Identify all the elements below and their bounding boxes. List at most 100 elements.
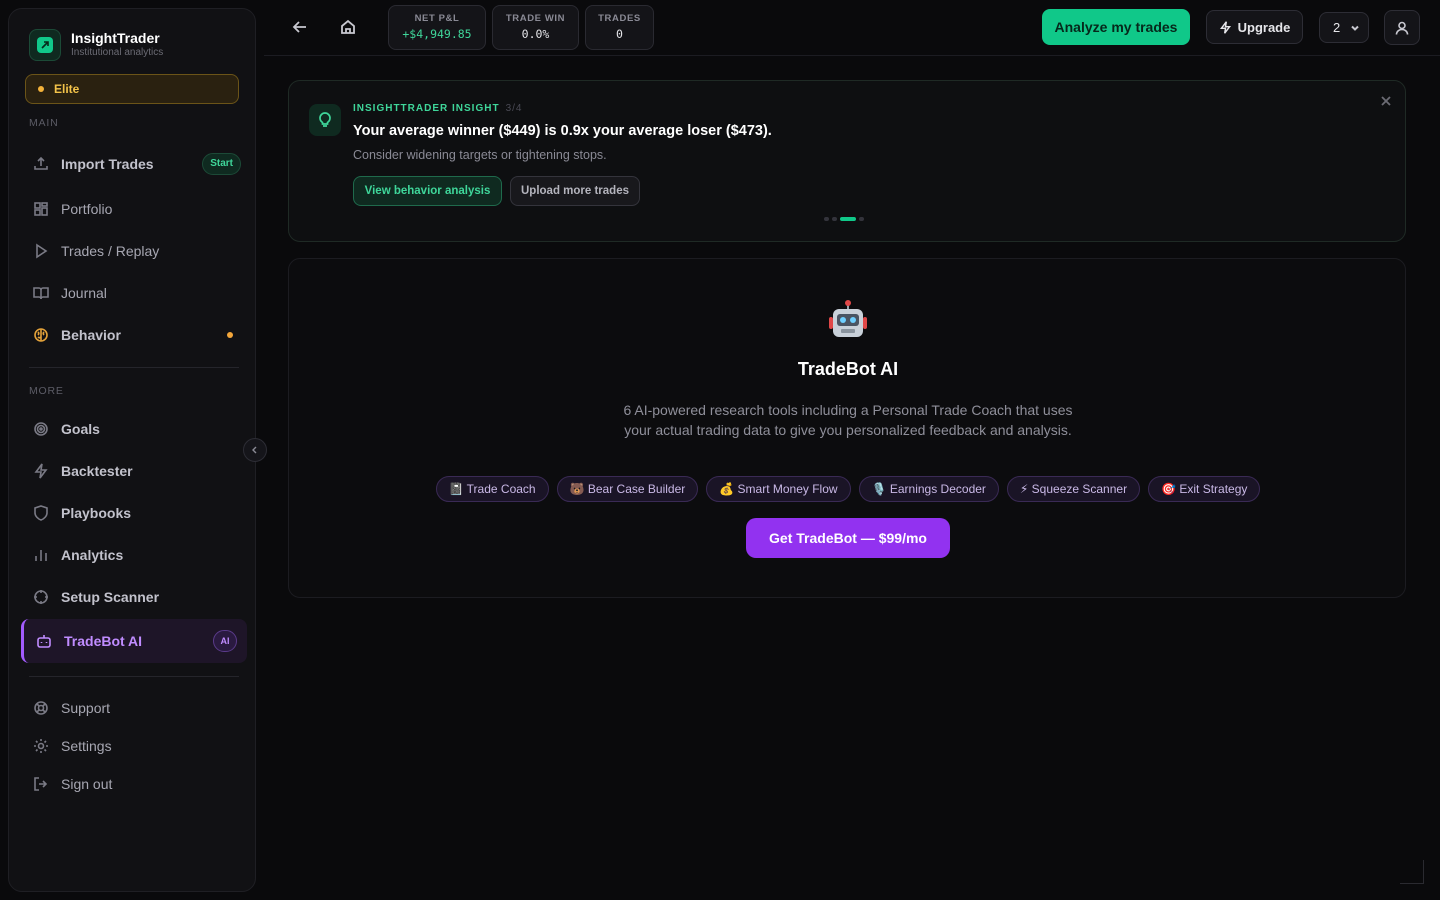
target-icon [33, 421, 49, 437]
sidebar-item-label: Trades / Replay [61, 243, 160, 259]
collapse-sidebar-button[interactable] [243, 438, 267, 462]
brand[interactable]: InsightTrader Institutional analytics [29, 29, 163, 61]
pager-dot[interactable] [840, 217, 856, 221]
home-icon [341, 19, 355, 34]
insight-subtitle: Consider widening targets or tightening … [353, 148, 607, 162]
sidebar-item-label: TradeBot AI [64, 633, 143, 649]
plan-badge-label: Elite [54, 82, 80, 96]
close-icon [1381, 96, 1391, 106]
start-badge: Start [202, 153, 241, 175]
tool-chip-trade-coach: 📓 Trade Coach [435, 476, 549, 502]
insight-kicker: INSIGHTTRADER INSIGHT 3/4 [353, 103, 522, 114]
sidebar: InsightTrader Institutional analytics El… [8, 8, 256, 892]
play-icon [33, 243, 49, 259]
sidebar-item-label: Setup Scanner [61, 589, 160, 605]
brand-logo-icon [29, 29, 61, 61]
sidebar-item-label: Playbooks [61, 505, 132, 521]
notification-dot [227, 332, 233, 338]
insight-title: Your average winner ($449) is 0.9x your … [353, 123, 772, 139]
sidebar-item-playbooks[interactable]: Playbooks [21, 494, 247, 532]
sidebar-item-trades-replay[interactable]: Trades / Replay [21, 232, 247, 270]
section-label-main: MAIN [29, 117, 59, 129]
stat-trades: TRADES 0 [585, 5, 654, 50]
ai-badge: AI [213, 630, 237, 652]
account-select[interactable]: 2 [1319, 12, 1369, 43]
user-menu-button[interactable] [1384, 10, 1420, 45]
sidebar-item-analytics[interactable]: Analytics [21, 536, 247, 574]
plan-dot-icon [38, 86, 44, 92]
brand-tagline: Institutional analytics [71, 47, 164, 58]
bar-chart-icon [33, 547, 49, 563]
gear-icon [33, 738, 49, 754]
back-button[interactable] [286, 13, 314, 41]
sidebar-item-setup-scanner[interactable]: Setup Scanner [21, 578, 247, 616]
sidebar-item-behavior[interactable]: Behavior [21, 316, 247, 354]
sidebar-item-label: Behavior [61, 327, 121, 343]
pager-dot[interactable] [859, 217, 864, 221]
brain-icon [33, 327, 49, 343]
home-button[interactable] [334, 13, 362, 41]
grid-icon [33, 201, 49, 217]
section-label-more: MORE [29, 385, 64, 397]
close-insight-button[interactable] [1378, 93, 1394, 109]
logout-icon [33, 776, 49, 792]
tool-chip-squeeze-scanner: ⚡ Squeeze Scanner [1006, 476, 1141, 502]
sidebar-item-label: Settings [61, 738, 112, 754]
lightning-icon [1219, 20, 1231, 34]
book-open-icon [33, 285, 49, 301]
upload-more-trades-button[interactable]: Upload more trades [510, 176, 640, 206]
insight-pager [824, 217, 867, 221]
sidebar-item-label: Analytics [61, 547, 124, 563]
plan-badge[interactable]: Elite [25, 74, 239, 104]
tool-chip-earnings-decoder: 🎙️ Earnings Decoder [858, 476, 999, 502]
sidebar-item-journal[interactable]: Journal [21, 274, 247, 312]
tradebot-description: 6 AI-powered research tools including a … [623, 402, 1073, 438]
upgrade-button[interactable]: Upgrade [1206, 10, 1303, 44]
sidebar-item-tradebot-ai[interactable]: TradeBot AI AI [21, 619, 247, 663]
corner-bracket [1400, 860, 1424, 884]
sidebar-item-goals[interactable]: Goals [21, 410, 247, 448]
tradebot-title: TradeBot AI [797, 359, 899, 379]
sidebar-item-label: Goals [61, 421, 100, 437]
sidebar-item-label: Journal [61, 285, 107, 301]
shield-icon [33, 505, 49, 521]
stat-value: 0 [616, 27, 623, 41]
robot-icon [36, 633, 52, 649]
sidebar-item-backtester[interactable]: Backtester [21, 452, 247, 490]
pager-dot[interactable] [824, 217, 829, 221]
robot-icon [829, 300, 867, 337]
stat-label: TRADE WIN [505, 13, 566, 24]
lifebuoy-icon [33, 700, 49, 716]
sidebar-item-settings[interactable]: Settings [21, 727, 247, 765]
scan-icon [33, 589, 49, 605]
stat-net-pnl: NET P&L +$4,949.85 [388, 5, 486, 50]
sidebar-item-label: Backtester [61, 463, 133, 479]
sidebar-item-support[interactable]: Support [21, 689, 247, 727]
user-icon [1395, 21, 1409, 35]
chevron-left-icon [252, 446, 257, 454]
tool-chip-bear-case-builder: 🐻 Bear Case Builder [556, 476, 699, 502]
insight-card: INSIGHTTRADER INSIGHT 3/4 Your average wi… [288, 80, 1406, 242]
sidebar-item-sign-out[interactable]: Sign out [21, 765, 247, 803]
lightning-icon [33, 463, 49, 479]
stat-label: NET P&L [414, 13, 460, 24]
sidebar-item-label: Portfolio [61, 201, 113, 217]
stat-label: TRADES [598, 13, 641, 24]
analyze-trades-button[interactable]: Analyze my trades [1042, 9, 1190, 45]
divider [29, 676, 239, 677]
sidebar-item-portfolio[interactable]: Portfolio [21, 190, 247, 228]
arrow-left-icon [292, 21, 306, 33]
upload-icon [33, 156, 49, 172]
pager-dot[interactable] [832, 217, 837, 221]
insight-counter: 3/4 [505, 103, 523, 114]
sidebar-item-import-trades[interactable]: Import Trades Start [21, 145, 247, 183]
sidebar-item-label: Support [61, 700, 111, 716]
insight-kicker-label: INSIGHTTRADER INSIGHT [353, 103, 500, 114]
view-behavior-analysis-button[interactable]: View behavior analysis [353, 176, 502, 206]
upgrade-label: Upgrade [1237, 19, 1291, 35]
account-select-value: 2 [1333, 20, 1341, 35]
tool-chips: 📓 Trade Coach 🐻 Bear Case Builder 💰 Smar… [289, 476, 1407, 502]
tool-chip-exit-strategy: 🎯 Exit Strategy [1148, 476, 1261, 502]
stat-trade-win: TRADE WIN 0.0% [492, 5, 579, 50]
get-tradebot-button[interactable]: Get TradeBot — $99/mo [746, 518, 950, 558]
